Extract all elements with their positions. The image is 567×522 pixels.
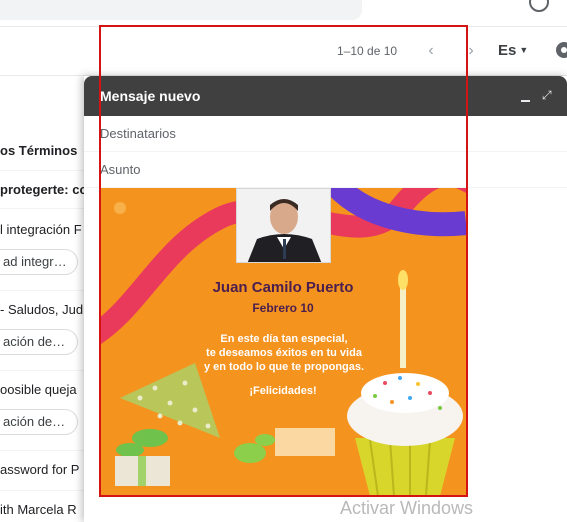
- subject-field[interactable]: Asunto: [84, 152, 567, 188]
- compose-title: Mensaje nuevo: [100, 88, 201, 104]
- to-label: Destinatarios: [100, 126, 176, 141]
- decor-dot: [114, 202, 126, 214]
- chevron-right-icon[interactable]: ›: [464, 43, 478, 59]
- attachment-chip[interactable]: ad integr…: [0, 249, 78, 275]
- subject-label: Asunto: [100, 162, 141, 177]
- gift-box-orange: [275, 428, 335, 456]
- language-label: Es: [498, 42, 517, 59]
- email-subject: protegerte: co: [0, 182, 88, 197]
- attachment-name: ación de…: [3, 334, 66, 349]
- pagination-text: 1–10 de 10: [337, 44, 398, 58]
- portrait-figure: [237, 189, 330, 262]
- birthday-card-image: Juan Camilo Puerto Febrero 10 En este dí…: [100, 188, 466, 496]
- caret-down-icon: ▼: [519, 45, 529, 55]
- email-subject: ith Marcela R: [0, 502, 77, 517]
- minimize-icon[interactable]: [521, 100, 530, 102]
- email-row[interactable]: os Términos: [0, 143, 90, 158]
- email-subject: os Términos: [0, 143, 78, 158]
- inbox-toolbar: [0, 27, 567, 75]
- email-row[interactable]: l integración F: [0, 222, 90, 237]
- attachment-chip[interactable]: ación de…: [0, 409, 78, 435]
- settings-gear-icon[interactable]: [556, 42, 567, 58]
- row-divider: [0, 370, 90, 371]
- email-subject: l integración F: [0, 222, 82, 237]
- row-divider: [0, 170, 90, 171]
- card-message: En este día tan especial, te deseamos éx…: [174, 332, 394, 374]
- email-row[interactable]: - Saludos, Jud: [0, 302, 90, 317]
- email-row[interactable]: protegerte: co: [0, 182, 90, 197]
- compose-window: Mensaje nuevo ⤢ Destinatarios Asunto Jua…: [84, 76, 567, 522]
- candle: [400, 288, 406, 368]
- attachment-name: ad integr…: [3, 254, 67, 269]
- email-row[interactable]: oosible queja: [0, 382, 90, 397]
- card-person-name: Juan Camilo Puerto: [212, 279, 354, 296]
- gift-ribbon: [138, 456, 146, 486]
- card-message-line: te deseamos éxitos en tu vida: [206, 347, 362, 359]
- card-date: Febrero 10: [252, 301, 314, 315]
- row-divider: [0, 450, 90, 451]
- row-divider: [0, 208, 90, 209]
- row-divider: [0, 290, 90, 291]
- expand-icon[interactable]: ⤢: [542, 89, 554, 101]
- search-bar[interactable]: [0, 0, 362, 20]
- person-photo: [236, 188, 331, 263]
- email-row[interactable]: assword for P: [0, 462, 90, 477]
- to-field[interactable]: Destinatarios: [84, 116, 567, 152]
- activate-windows-watermark: Activar Windows: [340, 498, 474, 518]
- chevron-left-icon[interactable]: ‹: [424, 43, 438, 59]
- row-divider: [0, 490, 90, 491]
- card-cheer: ¡Felicidades!: [249, 385, 317, 397]
- email-row[interactable]: ith Marcela R: [0, 502, 90, 517]
- email-subject: assword for P: [0, 462, 80, 477]
- card-message-line: En este día tan especial,: [220, 333, 348, 345]
- green-tassel: [234, 434, 275, 463]
- input-language-button[interactable]: Es ▼: [498, 42, 528, 59]
- attachment-name: ación de…: [3, 414, 66, 429]
- card-message-line: y en todo lo que te propongas.: [203, 361, 365, 373]
- attachment-chip[interactable]: ación de…: [0, 329, 78, 355]
- email-subject: oosible queja: [0, 382, 77, 397]
- email-subject: - Saludos, Jud: [0, 302, 84, 317]
- help-icon[interactable]: [529, 0, 549, 12]
- compose-header[interactable]: Mensaje nuevo ⤢: [84, 76, 567, 116]
- green-bow: [116, 429, 168, 457]
